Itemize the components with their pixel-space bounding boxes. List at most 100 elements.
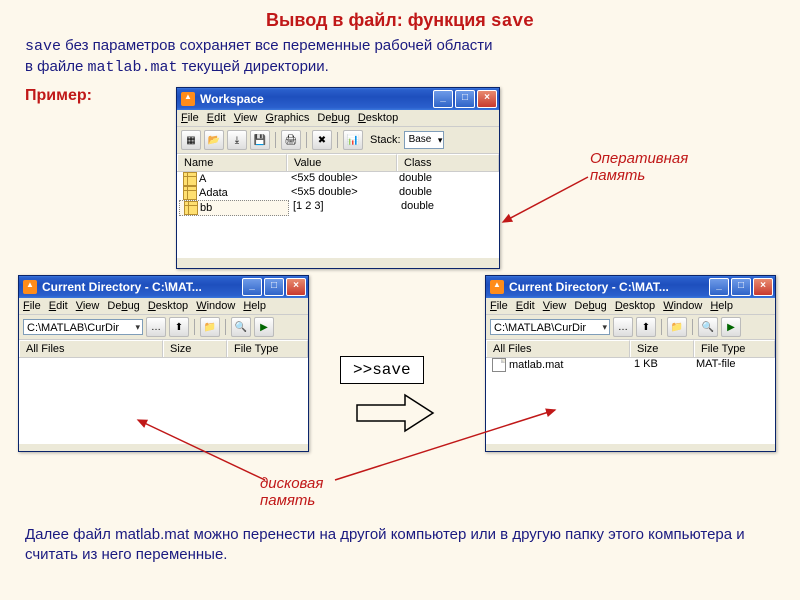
annotation-disk: дисковая память [260, 475, 323, 509]
maximize-button[interactable]: □ [264, 278, 284, 296]
menu-edit[interactable]: Edit [207, 112, 226, 124]
save-command-box: >>save [340, 356, 424, 384]
newfolder-icon[interactable]: 📁 [667, 317, 687, 337]
titlebar[interactable]: Workspace _ □ × [177, 88, 499, 110]
col-value[interactable]: Value [287, 154, 397, 171]
title-func: save [491, 12, 534, 32]
table-row[interactable]: bb [1 2 3] double [177, 200, 499, 216]
open-icon[interactable]: 📂 [204, 130, 224, 150]
new-var-icon[interactable]: ▦ [181, 130, 201, 150]
path-input[interactable]: C:\MATLAB\CurDir [23, 319, 143, 335]
var-value: <5x5 double> [287, 186, 395, 200]
maximize-button[interactable]: □ [455, 90, 475, 108]
col-name[interactable]: Name [177, 154, 287, 171]
var-name: Adata [199, 187, 228, 199]
find-icon[interactable]: 🔍 [231, 317, 251, 337]
curdir-content: matlab.mat 1 KB MAT-file [486, 358, 775, 444]
col-files[interactable]: All Files [486, 340, 630, 357]
find-icon[interactable]: 🔍 [698, 317, 718, 337]
file-icon [492, 358, 506, 372]
menu-debug[interactable]: Debug [574, 300, 606, 312]
menu-window[interactable]: Window [196, 300, 235, 312]
stack-label: Stack: [370, 134, 401, 146]
plot-icon[interactable]: 📊 [343, 130, 363, 150]
footer-text: Далее файл matlab.mat можно перенести на… [25, 525, 775, 566]
col-files[interactable]: All Files [19, 340, 163, 357]
menu-desktop[interactable]: Desktop [615, 300, 655, 312]
menu-view[interactable]: View [234, 112, 258, 124]
menu-file[interactable]: File [181, 112, 199, 124]
variable-icon [183, 172, 197, 186]
minimize-button[interactable]: _ [433, 90, 453, 108]
annotation-ram: Оперативная память [590, 150, 688, 184]
minimize-button[interactable]: _ [242, 278, 262, 296]
minimize-button[interactable]: _ [709, 278, 729, 296]
var-class: double [395, 172, 436, 186]
delete-icon[interactable]: ✖ [312, 130, 332, 150]
close-button[interactable]: × [477, 90, 497, 108]
col-type[interactable]: File Type [694, 340, 775, 357]
matlab-icon [23, 280, 37, 294]
var-value: [1 2 3] [289, 200, 397, 216]
description: save без параметров сохраняет все переме… [0, 32, 800, 79]
col-size[interactable]: Size [163, 340, 227, 357]
import-icon[interactable]: ⤓ [227, 130, 247, 150]
separator [337, 132, 338, 148]
workspace-content: A <5x5 double> double Adata <5x5 double>… [177, 172, 499, 258]
window-title: Workspace [200, 92, 264, 106]
menu-window[interactable]: Window [663, 300, 702, 312]
menu-graphics[interactable]: Graphics [265, 112, 309, 124]
curdir-left-window: Current Directory - C:\MAT... _ □ × File… [18, 275, 309, 452]
menu-edit[interactable]: Edit [516, 300, 535, 312]
print-icon[interactable]: 🖨 [281, 130, 301, 150]
up-icon[interactable]: ⬆ [636, 317, 656, 337]
matlab-icon [181, 92, 195, 106]
var-class: double [395, 186, 436, 200]
menu-file[interactable]: File [23, 300, 41, 312]
save-icon[interactable]: 💾 [250, 130, 270, 150]
page-title: Вывод в файл: функция save [0, 0, 800, 32]
titlebar[interactable]: Current Directory - C:\MAT... _ □ × [486, 276, 775, 298]
stack-select[interactable]: Base [404, 131, 445, 149]
addressbar: C:\MATLAB\CurDir … ⬆ 📁 🔍 ▶ [486, 315, 775, 340]
menu-desktop[interactable]: Desktop [148, 300, 188, 312]
addressbar: C:\MATLAB\CurDir … ⬆ 📁 🔍 ▶ [19, 315, 308, 340]
file-name: matlab.mat [509, 359, 563, 371]
run-icon[interactable]: ▶ [721, 317, 741, 337]
menu-debug[interactable]: Debug [107, 300, 139, 312]
maximize-button[interactable]: □ [731, 278, 751, 296]
window-title: Current Directory - C:\MAT... [42, 280, 202, 294]
menu-view[interactable]: View [76, 300, 100, 312]
menu-edit[interactable]: Edit [49, 300, 68, 312]
col-class[interactable]: Class [397, 154, 499, 171]
newfolder-icon[interactable]: 📁 [200, 317, 220, 337]
menu-debug[interactable]: Debug [317, 112, 349, 124]
curdir-right-window: Current Directory - C:\MAT... _ □ × File… [485, 275, 776, 452]
menu-desktop[interactable]: Desktop [358, 112, 398, 124]
menubar: File Edit View Debug Desktop Window Help [486, 298, 775, 315]
titlebar[interactable]: Current Directory - C:\MAT... _ □ × [19, 276, 308, 298]
menu-help[interactable]: Help [243, 300, 266, 312]
col-type[interactable]: File Type [227, 340, 308, 357]
title-prefix: Вывод в файл: функция [266, 10, 491, 30]
table-row[interactable]: matlab.mat 1 KB MAT-file [486, 358, 775, 372]
menu-file[interactable]: File [490, 300, 508, 312]
file-type: MAT-file [692, 358, 740, 372]
var-value: <5x5 double> [287, 172, 395, 186]
matlab-icon [490, 280, 504, 294]
table-row[interactable]: Adata <5x5 double> double [177, 186, 499, 200]
menu-view[interactable]: View [543, 300, 567, 312]
col-size[interactable]: Size [630, 340, 694, 357]
path-input[interactable]: C:\MATLAB\CurDir [490, 319, 610, 335]
menubar: File Edit View Debug Desktop Window Help [19, 298, 308, 315]
close-button[interactable]: × [753, 278, 773, 296]
var-name: A [199, 173, 206, 185]
run-icon[interactable]: ▶ [254, 317, 274, 337]
column-headers: All Files Size File Type [19, 340, 308, 358]
browse-icon[interactable]: … [146, 317, 166, 337]
menu-help[interactable]: Help [710, 300, 733, 312]
table-row[interactable]: A <5x5 double> double [177, 172, 499, 186]
up-icon[interactable]: ⬆ [169, 317, 189, 337]
close-button[interactable]: × [286, 278, 306, 296]
browse-icon[interactable]: … [613, 317, 633, 337]
